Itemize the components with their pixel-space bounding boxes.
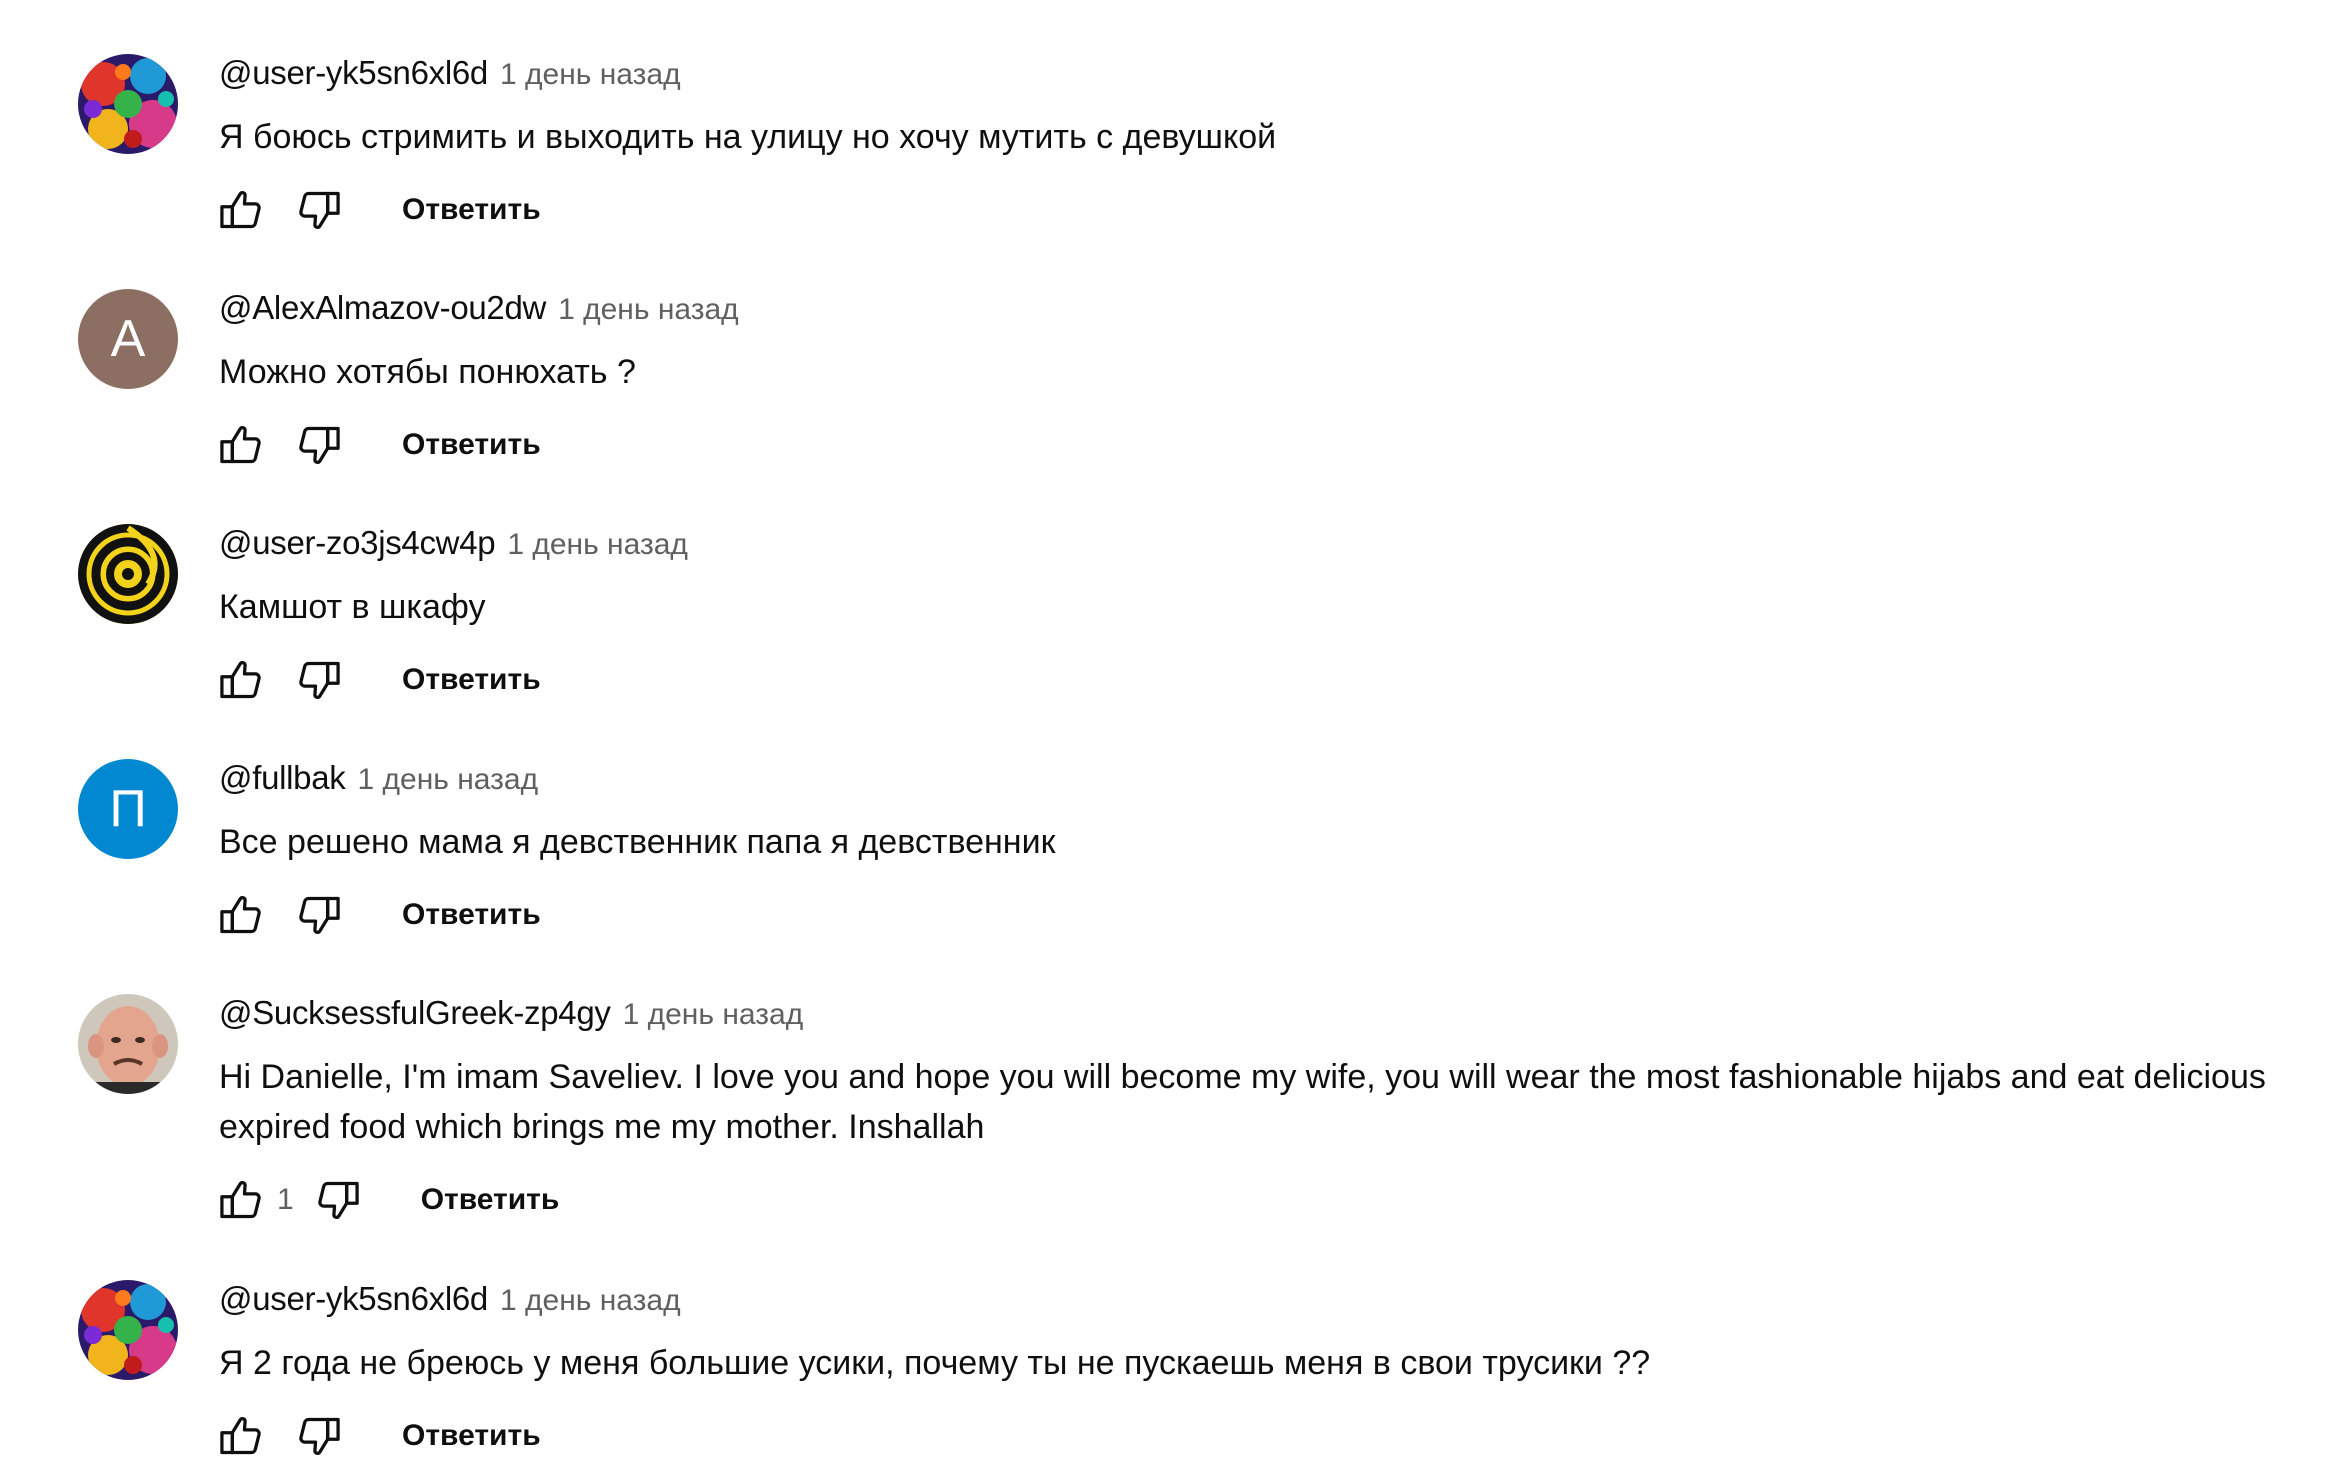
thumbs-up-icon bbox=[215, 184, 267, 236]
like-button[interactable] bbox=[211, 1170, 271, 1230]
comment-timestamp[interactable]: 1 день назад bbox=[500, 1284, 681, 1318]
like-button[interactable] bbox=[211, 650, 271, 710]
comment-actions: Ответить bbox=[211, 885, 541, 945]
comment-text: Можно хотябы понюхать ? bbox=[219, 353, 636, 391]
comment-timestamp[interactable]: 1 день назад bbox=[500, 58, 681, 92]
avatar[interactable] bbox=[78, 524, 178, 624]
author-name[interactable]: @SucksessfulGreek-zp4gy bbox=[219, 994, 611, 1032]
avatar[interactable] bbox=[78, 994, 178, 1094]
thumbs-down-icon bbox=[293, 184, 345, 236]
comment-header: @user-yk5sn6xl6d 1 день назад bbox=[219, 1280, 681, 1328]
author-name[interactable]: @user-yk5sn6xl6d bbox=[219, 54, 488, 92]
comment-actions: Ответить bbox=[211, 1406, 541, 1466]
reply-button[interactable]: Ответить bbox=[402, 898, 541, 932]
comment-header: @user-zo3js4cw4p 1 день назад bbox=[219, 524, 688, 572]
thumbs-up-icon bbox=[215, 654, 267, 706]
comment-timestamp[interactable]: 1 день назад bbox=[358, 763, 539, 797]
comment-header: @SucksessfulGreek-zp4gy 1 день назад bbox=[219, 994, 803, 1042]
avatar[interactable] bbox=[78, 54, 178, 154]
thumbs-down-icon bbox=[293, 889, 345, 941]
colorful-pattern-avatar-icon bbox=[78, 54, 178, 154]
like-button[interactable] bbox=[211, 885, 271, 945]
reply-button[interactable]: Ответить bbox=[402, 1419, 541, 1453]
comment-text: Я боюсь стримить и выходить на улицу но … bbox=[219, 118, 1277, 156]
dislike-button[interactable] bbox=[289, 650, 349, 710]
comment-actions: 1 Ответить bbox=[211, 1170, 559, 1230]
colorful-pattern-avatar-icon bbox=[78, 1280, 178, 1380]
reply-button[interactable]: Ответить bbox=[421, 1183, 560, 1217]
avatar-letter: A bbox=[110, 310, 146, 368]
avatar[interactable]: П bbox=[78, 759, 178, 859]
comment-actions: Ответить bbox=[211, 650, 541, 710]
dislike-button[interactable] bbox=[308, 1170, 368, 1230]
comment-text: Все решено мама я девственник папа я дев… bbox=[219, 823, 1056, 861]
dislike-button[interactable] bbox=[289, 180, 349, 240]
dislike-button[interactable] bbox=[289, 1406, 349, 1466]
comment-timestamp[interactable]: 1 день назад bbox=[507, 528, 688, 562]
comments-list: @user-yk5sn6xl6d 1 день назад Я боюсь ст… bbox=[0, 0, 2344, 1437]
like-button[interactable] bbox=[211, 180, 271, 240]
author-name[interactable]: @user-yk5sn6xl6d bbox=[219, 1280, 488, 1318]
comment-timestamp[interactable]: 1 день назад bbox=[558, 293, 739, 327]
avatar[interactable]: A bbox=[78, 289, 178, 389]
like-button[interactable] bbox=[211, 1406, 271, 1466]
avatar[interactable] bbox=[78, 1280, 178, 1380]
author-name[interactable]: @AlexAlmazov-ou2dw bbox=[219, 289, 546, 327]
author-name[interactable]: @fullbak bbox=[219, 759, 346, 797]
comment-text: Камшот в шкафу bbox=[219, 588, 486, 626]
thumbs-down-icon bbox=[293, 419, 345, 471]
dislike-button[interactable] bbox=[289, 885, 349, 945]
comment-actions: Ответить bbox=[211, 415, 541, 475]
comment-header: @fullbak 1 день назад bbox=[219, 759, 538, 807]
thumbs-down-icon bbox=[293, 1410, 345, 1462]
thumbs-down-icon bbox=[293, 654, 345, 706]
thumbs-up-icon bbox=[215, 889, 267, 941]
yellow-black-swirl-avatar-icon bbox=[78, 524, 178, 624]
like-count: 1 bbox=[277, 1183, 294, 1216]
avatar-letter: П bbox=[109, 780, 147, 838]
thumbs-up-icon bbox=[215, 419, 267, 471]
comment-text: Hi Danielle, I'm imam Saveliev. I love y… bbox=[219, 1058, 2266, 1146]
thumbs-up-icon bbox=[215, 1174, 267, 1226]
dislike-button[interactable] bbox=[289, 415, 349, 475]
comment-timestamp[interactable]: 1 день назад bbox=[623, 998, 804, 1032]
face-photo-avatar-icon bbox=[78, 994, 178, 1094]
comment-header: @user-yk5sn6xl6d 1 день назад bbox=[219, 54, 681, 102]
comment-text: Я 2 года не бреюсь у меня большие усики,… bbox=[219, 1344, 1651, 1382]
reply-button[interactable]: Ответить bbox=[402, 428, 541, 462]
like-button[interactable] bbox=[211, 415, 271, 475]
thumbs-up-icon bbox=[215, 1410, 267, 1462]
reply-button[interactable]: Ответить bbox=[402, 663, 541, 697]
author-name[interactable]: @user-zo3js4cw4p bbox=[219, 524, 496, 562]
comment-actions: Ответить bbox=[211, 180, 541, 240]
comment-header: @AlexAlmazov-ou2dw 1 день назад bbox=[219, 289, 739, 337]
thumbs-down-icon bbox=[312, 1174, 364, 1226]
reply-button[interactable]: Ответить bbox=[402, 193, 541, 227]
